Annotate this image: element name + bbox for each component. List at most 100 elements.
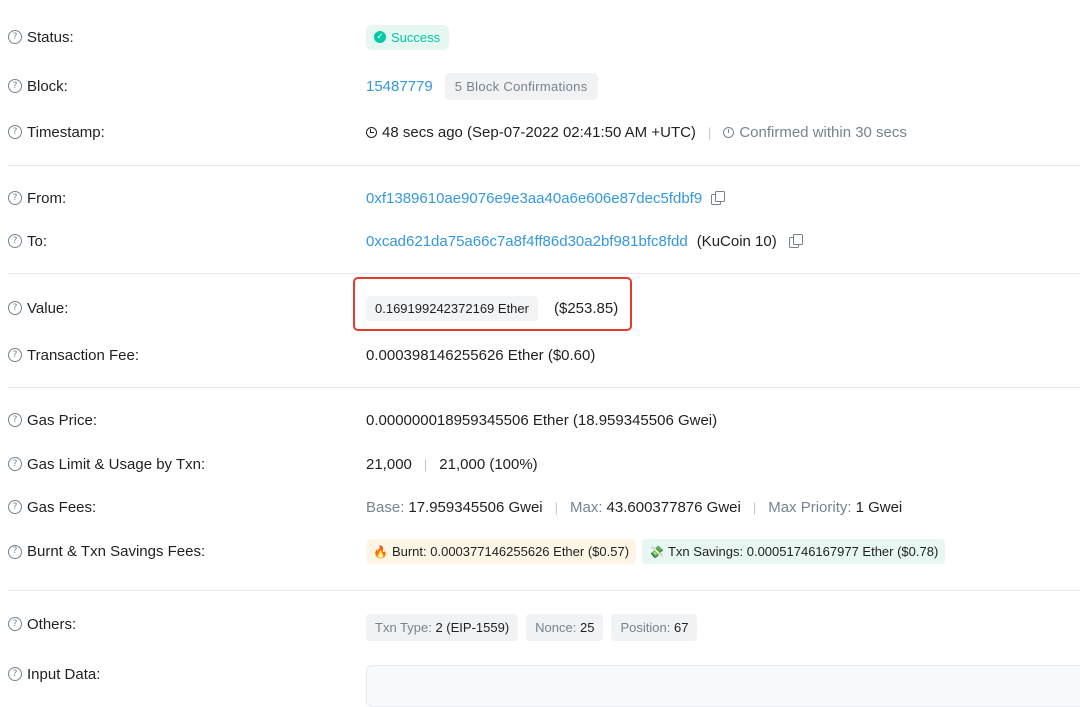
help-icon[interactable]: ? [8, 544, 22, 559]
divider [8, 273, 1080, 274]
gas-max-key: Max: [570, 498, 603, 516]
gas-fees-label: Gas Fees: [27, 498, 97, 516]
to-label: To: [27, 232, 48, 250]
from-value-wrap: 0xf1389610ae9076e9e3aa40a6e606e87dec5fdb… [366, 190, 726, 207]
help-icon[interactable]: ? [8, 301, 22, 315]
gas-base-value: 17.959345506 Gwei [408, 498, 543, 516]
clock-icon [366, 126, 377, 138]
gas-fees-row: ? Gas Fees: Base: 17.959345506 Gwei | Ma… [0, 495, 1080, 519]
help-icon[interactable]: ? [8, 79, 22, 93]
gas-limit-label: Gas Limit & Usage by Txn: [27, 455, 206, 473]
to-value-wrap: 0xcad621da75a66c7a8f4ff86d30a2bf981bfc8f… [366, 233, 803, 250]
gas-base-key: Base: [366, 498, 405, 516]
timestamp-value-wrap: 48 secs ago (Sep-07-2022 02:41:50 AM +UT… [366, 124, 907, 141]
help-icon[interactable]: ? [8, 125, 22, 139]
burnt-value-wrap: 🔥 Burnt: 0.000377146255626 Ether ($0.57)… [366, 539, 946, 564]
txn-type-chip: Txn Type: 2 (EIP-1559) [366, 614, 519, 641]
gas-price-value-wrap: 0.000000018959345506 Ether (18.959345506… [366, 412, 717, 429]
to-address-link[interactable]: 0xcad621da75a66c7a8f4ff86d30a2bf981bfc8f… [366, 233, 688, 250]
divider [8, 590, 1080, 591]
nonce-key: Nonce: [535, 620, 577, 635]
help-icon[interactable]: ? [8, 500, 22, 514]
to-address-name: (KuCoin 10) [696, 232, 777, 250]
nonce-chip: Nonce: 25 [526, 614, 604, 641]
value-label-wrap: ? Value: [8, 300, 68, 317]
separator: | [752, 499, 757, 515]
status-label: Status: [27, 28, 74, 46]
block-label: Block: [27, 77, 68, 95]
to-label-wrap: ? To: [8, 233, 47, 250]
input-data-label: Input Data: [27, 665, 101, 683]
gas-limit-value-wrap: 21,000 | 21,000 (100%) [366, 456, 538, 473]
txn-type-value: 2 (EIP-1559) [435, 620, 510, 635]
timestamp-label: Timestamp: [27, 123, 105, 141]
gas-fees-label-wrap: ? Gas Fees: [8, 499, 96, 516]
status-label-wrap: ? Status: [8, 29, 74, 46]
block-row: ? Block: 15487779 5 Block Confirmations [0, 72, 1080, 100]
timestamp-label-wrap: ? Timestamp: [8, 124, 105, 141]
help-icon[interactable]: ? [8, 457, 22, 471]
gas-limit-label-wrap: ? Gas Limit & Usage by Txn: [8, 456, 205, 473]
gas-price-row: ? Gas Price: 0.000000018959345506 Ether … [0, 408, 1080, 432]
block-value-wrap: 15487779 5 Block Confirmations [366, 72, 598, 100]
from-label-wrap: ? From: [8, 190, 66, 207]
separator: | [707, 124, 712, 140]
input-data-label-wrap: ? Input Data: [8, 666, 100, 683]
help-icon[interactable]: ? [8, 30, 22, 44]
txn-fee-value-wrap: 0.000398146255626 Ether ($0.60) [366, 347, 595, 364]
others-label: Others: [27, 615, 77, 633]
txn-fee-label-wrap: ? Transaction Fee: [8, 347, 139, 364]
help-icon[interactable]: ? [8, 348, 22, 362]
txn-type-key: Txn Type: [375, 620, 432, 635]
help-icon[interactable]: ? [8, 667, 22, 681]
divider [8, 387, 1080, 388]
position-key: Position: [620, 620, 671, 635]
from-address-link[interactable]: 0xf1389610ae9076e9e3aa40a6e606e87dec5fdb… [366, 190, 702, 207]
gas-price-label: Gas Price: [27, 411, 98, 429]
position-chip: Position: 67 [611, 614, 698, 641]
help-icon[interactable]: ? [8, 234, 22, 248]
fire-icon: 🔥 [373, 544, 388, 559]
timestamp-value: 48 secs ago (Sep-07-2022 02:41:50 AM +UT… [382, 123, 696, 141]
separator: | [554, 499, 559, 515]
others-value-wrap: Txn Type: 2 (EIP-1559) Nonce: 25 Positio… [366, 614, 705, 641]
gas-price-value: 0.000000018959345506 Ether (18.959345506… [366, 411, 718, 429]
gas-limit-row: ? Gas Limit & Usage by Txn: 21,000 | 21,… [0, 452, 1080, 476]
separator: | [423, 456, 428, 472]
gas-max-value: 43.600377876 Gwei [606, 498, 741, 516]
txn-fee-label: Transaction Fee: [27, 346, 139, 364]
block-label-wrap: ? Block: [8, 78, 68, 95]
input-data-box[interactable] [366, 665, 1080, 707]
gas-priority-key: Max Priority: [768, 498, 852, 516]
burnt-label: Burnt & Txn Savings Fees: [27, 543, 206, 560]
block-number-link[interactable]: 15487779 [366, 78, 433, 95]
help-icon[interactable]: ? [8, 413, 22, 427]
gas-usage-value: 21,000 (100%) [439, 455, 538, 473]
help-icon[interactable]: ? [8, 191, 22, 205]
status-text: Success [391, 29, 441, 45]
from-row: ? From: 0xf1389610ae9076e9e3aa40a6e606e8… [0, 186, 1080, 210]
nonce-value: 25 [580, 620, 595, 635]
copy-icon[interactable] [711, 191, 726, 205]
gas-priority-value: 1 Gwei [855, 498, 903, 516]
help-icon[interactable]: ? [8, 617, 22, 631]
block-confirmations-badge: 5 Block Confirmations [444, 72, 598, 100]
status-badge: ✓ Success [366, 24, 450, 50]
gas-fees-value-wrap: Base: 17.959345506 Gwei | Max: 43.600377… [366, 499, 902, 516]
confirmed-within: Confirmed within 30 secs [739, 123, 907, 141]
others-row: ? Others: Txn Type: 2 (EIP-1559) Nonce: … [0, 612, 1080, 641]
copy-icon[interactable] [788, 234, 803, 248]
money-icon: 💸 [649, 544, 664, 559]
burnt-chip: 🔥 Burnt: 0.000377146255626 Ether ($0.57) [366, 539, 637, 564]
status-value-wrap: ✓ Success [366, 24, 450, 50]
savings-chip: 💸 Txn Savings: 0.00051746167977 Ether ($… [642, 539, 946, 564]
burnt-label-wrap: ? Burnt & Txn Savings Fees: [8, 543, 205, 560]
gas-limit-value: 21,000 [366, 455, 412, 473]
others-label-wrap: ? Others: [8, 616, 76, 633]
burnt-savings-row: ? Burnt & Txn Savings Fees: 🔥 Burnt: 0.0… [0, 539, 1080, 565]
value-label: Value: [27, 299, 69, 317]
check-circle-icon: ✓ [374, 31, 386, 43]
savings-text: Txn Savings: 0.00051746167977 Ether ($0.… [667, 544, 939, 559]
status-row: ? Status: ✓ Success [0, 24, 1080, 50]
to-row: ? To: 0xcad621da75a66c7a8f4ff86d30a2bf98… [0, 229, 1080, 253]
